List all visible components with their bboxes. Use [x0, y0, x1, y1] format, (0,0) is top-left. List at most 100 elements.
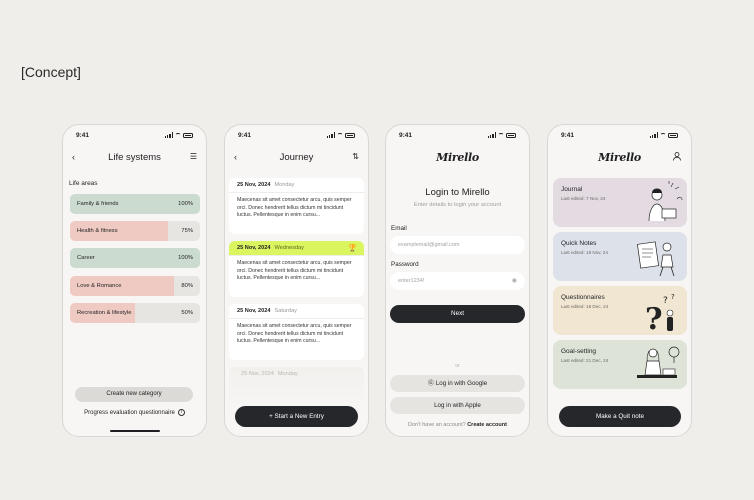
battery-icon: [506, 132, 516, 138]
question-illustration-icon: ???: [645, 293, 675, 333]
card-subtitle: Last edited: 18 Dec, 24: [561, 304, 609, 309]
login-screen: 9:41 Mirello Login to Mirello Enter deta…: [385, 124, 530, 437]
card-title: Questionnaires: [561, 294, 605, 301]
brand-logo: Mirello: [598, 151, 641, 164]
entry-day: Monday: [277, 371, 298, 377]
status-bar: 9:41: [386, 131, 529, 141]
journal-illustration-icon: [648, 181, 683, 222]
signal-icon: [326, 132, 335, 138]
card-title: Goal-setting: [561, 348, 597, 355]
entry-date: 25 Nov, 2024: [237, 245, 271, 251]
svg-text:?: ?: [645, 302, 663, 333]
signal-icon: [649, 132, 658, 138]
area-row-family[interactable]: Family & friends 100%: [70, 194, 200, 214]
eye-icon[interactable]: ◉: [512, 272, 517, 290]
signal-icon: [487, 132, 496, 138]
home-indicator: [110, 430, 160, 432]
area-row-recreation[interactable]: Recreation & lifestyle 50%: [70, 303, 200, 323]
area-percent: 80%: [181, 282, 193, 289]
journal-entry[interactable]: 25 Nov, 2024 Saturday Maecenas sit amet c…: [229, 304, 364, 360]
card-subtitle: Last edited: 7 Nov, 24: [561, 196, 606, 201]
create-category-button[interactable]: Create new category: [75, 387, 193, 402]
journal-entry-highlighted[interactable]: 25 Nov, 2024 Wednesday 🏆 Maecenas sit amet…: [229, 241, 364, 297]
google-login-label: Log in with Google: [435, 380, 488, 387]
apple-login-button[interactable]: Log in with Apple: [390, 397, 525, 414]
signup-prompt: Don't have an account? Create account: [386, 422, 529, 428]
questionnaire-label: Progress evaluation questionnaire: [84, 410, 175, 417]
area-row-career[interactable]: Career 100%: [70, 248, 200, 268]
area-percent: 75%: [181, 227, 193, 234]
card-questionnaires[interactable]: Questionnaires Last edited: 18 Dec, 24 ?…: [553, 286, 687, 335]
battery-icon: [345, 132, 355, 138]
entry-day: Monday: [274, 182, 295, 188]
area-row-health[interactable]: Health & fitness 75%: [70, 221, 200, 241]
entry-day: Saturday: [274, 308, 297, 314]
google-icon: Ⓖ: [427, 380, 436, 387]
entry-date: 25 Nov, 2024: [241, 371, 274, 377]
area-row-love[interactable]: Love & Romance 80%: [70, 276, 200, 296]
password-value: enter1234!: [398, 278, 425, 284]
journal-entry-faded[interactable]: 25 Nov, 2024 Monday: [229, 367, 364, 407]
card-quick-notes[interactable]: Quick Notes Last edited: 19 Nov, 24: [553, 232, 687, 281]
brand-logo: Mirello: [436, 151, 479, 164]
card-title: Quick Notes: [561, 240, 597, 247]
journal-entry[interactable]: 25 Nov, 2024 Monday Maecenas sit amet con…: [229, 178, 364, 234]
page-title: Life systems: [108, 152, 161, 163]
area-percent: 50%: [181, 309, 193, 316]
quit-note-button[interactable]: Make a Quit note: [559, 406, 681, 427]
status-time: 9:41: [76, 132, 90, 139]
status-time: 9:41: [399, 132, 413, 139]
area-name: Career: [77, 254, 95, 261]
new-entry-button[interactable]: + Start a New Entry: [235, 406, 358, 427]
next-button[interactable]: Next: [390, 305, 525, 323]
questionnaire-link[interactable]: Progress evaluation questionnaire i: [63, 409, 206, 416]
status-time: 9:41: [561, 132, 575, 139]
card-title: Journal: [561, 186, 583, 193]
sort-icon[interactable]: ⇅: [352, 152, 359, 161]
entry-text: Maecenas sit amet consectetur arcu, quis…: [237, 323, 352, 345]
card-journal[interactable]: Journal Last edited: 7 Nov, 24: [553, 178, 687, 227]
info-icon: i: [177, 409, 185, 416]
svg-text:?: ?: [671, 293, 675, 301]
create-account-link[interactable]: Create account: [467, 422, 507, 428]
status-time: 9:41: [238, 132, 252, 139]
email-field[interactable]: examplemail@gmail.com: [390, 236, 525, 254]
signup-text: Don't have an account?: [408, 422, 466, 428]
life-systems-screen: 9:41 ‹ Life systems ☰ Life areas Family …: [62, 124, 207, 437]
wifi-icon: [660, 132, 666, 138]
status-bar: 9:41: [225, 131, 368, 141]
area-name: Recreation & lifestyle: [77, 309, 132, 316]
status-bar: 9:41: [63, 131, 206, 141]
notes-illustration-icon: [637, 241, 675, 277]
battery-icon: [183, 132, 193, 138]
apple-login-label: Log in with Apple: [434, 402, 481, 409]
svg-text:?: ?: [663, 296, 668, 306]
signal-icon: [164, 132, 173, 138]
new-entry-label: Start a New Entry: [274, 413, 324, 420]
area-percent: 100%: [178, 254, 193, 261]
card-subtitle: Last edited: 19 Nov, 24: [561, 250, 608, 255]
card-goal-setting[interactable]: Goal-setting Last edited: 21 Dec, 24: [553, 340, 687, 389]
home-screen: 9:41 Mirello Journal Last edited: 7 Nov,…: [547, 124, 692, 437]
page-label: [Concept]: [21, 64, 81, 80]
user-icon[interactable]: [673, 152, 681, 161]
entry-date: 25 Nov, 2024: [237, 182, 271, 188]
login-title: Login to Mirello: [425, 187, 490, 198]
or-divider: or: [455, 363, 460, 369]
trophy-icon: 🏆: [348, 245, 357, 252]
password-field[interactable]: enter1234! ◉: [390, 272, 525, 290]
wifi-icon: [175, 132, 181, 138]
entry-date: 25 Nov, 2024: [237, 308, 271, 314]
area-name: Love & Romance: [77, 282, 122, 289]
area-percent: 100%: [178, 200, 193, 207]
area-name: Health & fitness: [77, 227, 118, 234]
entry-text: Maecenas sit amet consectetur arcu, quis…: [237, 197, 352, 219]
entry-day: Wednesday: [274, 245, 304, 251]
password-label: Password: [391, 261, 419, 268]
sliders-icon[interactable]: ☰: [190, 152, 197, 161]
section-label: Life areas: [69, 180, 98, 187]
wifi-icon: [337, 132, 343, 138]
email-label: Email: [391, 225, 407, 232]
login-subtitle: Enter details to login your account: [413, 202, 502, 208]
google-login-button[interactable]: Ⓖ Log in with Google: [390, 375, 525, 392]
